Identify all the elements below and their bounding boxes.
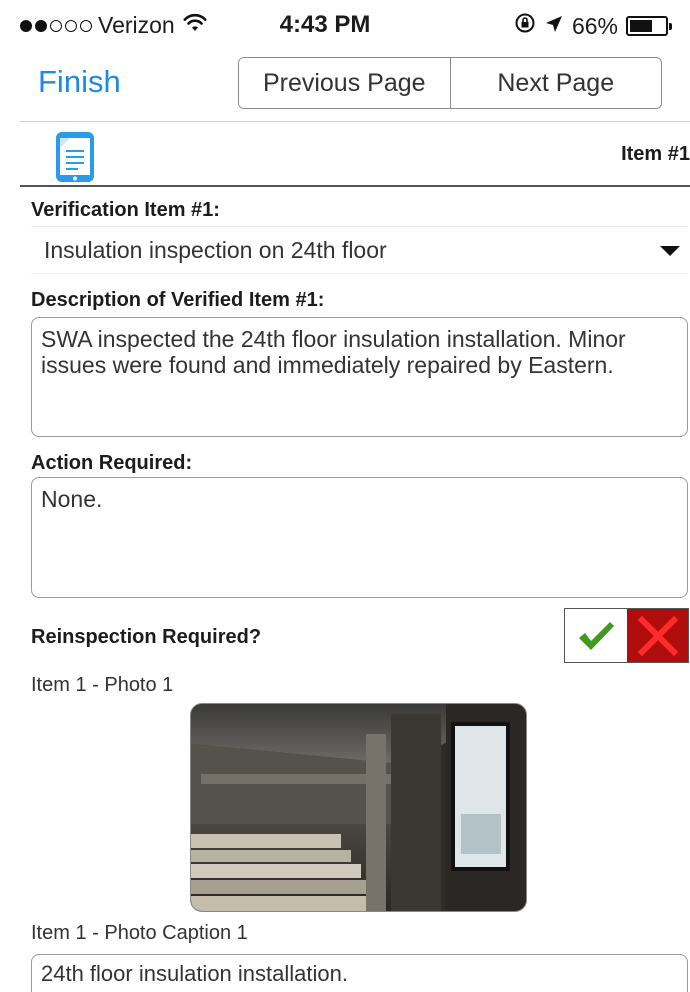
caption-label: Item 1 - Photo Caption 1 bbox=[31, 922, 248, 944]
caption-input[interactable]: 24th floor insulation installation. bbox=[31, 954, 688, 992]
reinspection-toggle bbox=[564, 608, 689, 663]
item-title: Item #1 bbox=[621, 143, 690, 165]
battery-percent: 66% bbox=[571, 12, 618, 39]
chevron-down-icon bbox=[660, 246, 680, 256]
location-arrow-icon bbox=[544, 13, 564, 40]
verification-label: Verification Item #1: bbox=[31, 199, 220, 221]
status-bar: Verizon 4:43 PM 66% bbox=[0, 0, 690, 52]
previous-page-button[interactable]: Previous Page bbox=[239, 58, 450, 108]
photo-label: Item 1 - Photo 1 bbox=[31, 674, 174, 696]
action-label: Action Required: bbox=[31, 452, 193, 474]
nav-bar: Finish Previous Page Next Page bbox=[0, 52, 690, 120]
mobile-document-icon bbox=[52, 130, 98, 182]
next-page-button[interactable]: Next Page bbox=[449, 58, 661, 108]
divider bbox=[20, 121, 690, 122]
description-textarea[interactable]: SWA inspected the 24th floor insulation … bbox=[31, 317, 688, 437]
verification-select-value: Insulation inspection on 24th floor bbox=[44, 237, 387, 263]
header-divider bbox=[20, 185, 690, 187]
rotation-lock-icon bbox=[514, 12, 536, 40]
reinspection-label: Reinspection Required? bbox=[31, 626, 262, 648]
finish-button[interactable]: Finish bbox=[38, 64, 121, 100]
status-right: 66% bbox=[514, 12, 672, 40]
verification-select[interactable]: Insulation inspection on 24th floor bbox=[31, 226, 688, 274]
checkmark-icon bbox=[579, 621, 614, 650]
reinspection-yes-button[interactable] bbox=[565, 609, 627, 662]
description-label: Description of Verified Item #1: bbox=[31, 289, 325, 311]
reinspection-no-button[interactable] bbox=[627, 609, 688, 662]
inspection-photo[interactable] bbox=[190, 703, 527, 912]
x-icon bbox=[637, 615, 678, 656]
page-segmented-control: Previous Page Next Page bbox=[238, 57, 662, 109]
battery-icon bbox=[626, 16, 672, 36]
action-textarea[interactable]: None. bbox=[31, 477, 688, 598]
